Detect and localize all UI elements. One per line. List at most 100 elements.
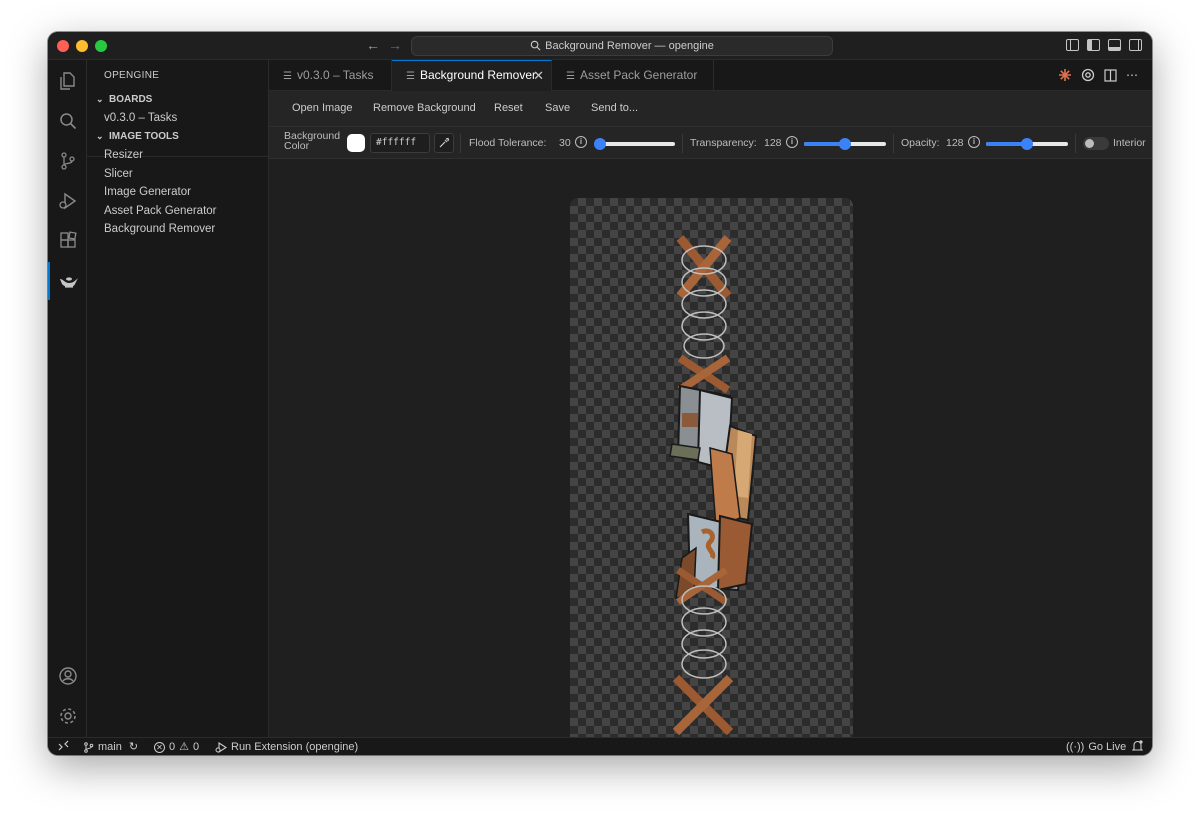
- image-preview-canvas[interactable]: [570, 198, 853, 755]
- minimize-window-button[interactable]: [76, 40, 88, 52]
- toggle-panel-icon[interactable]: [1108, 39, 1121, 51]
- source-control-icon[interactable]: [48, 142, 87, 180]
- toggle-primary-sidebar-icon[interactable]: [1087, 39, 1100, 51]
- branch-status[interactable]: main ↻: [83, 740, 138, 754]
- go-live-label: Go Live: [1088, 741, 1127, 753]
- remote-icon[interactable]: [58, 740, 69, 751]
- chevron-down-icon: ⌄: [96, 131, 104, 141]
- sidebar-item-slicer[interactable]: Slicer: [104, 168, 133, 180]
- close-icon[interactable]: ✕: [533, 61, 544, 90]
- account-icon[interactable]: [48, 657, 87, 695]
- openai-icon[interactable]: [1081, 68, 1095, 82]
- interior-label: Interior: [1113, 137, 1146, 149]
- sidebar-item-background-remover[interactable]: Background Remover: [104, 223, 215, 235]
- eyedropper-icon: [439, 137, 450, 148]
- run-debug-icon: [215, 741, 227, 753]
- eyedropper-button[interactable]: [434, 133, 454, 153]
- git-branch-icon: [84, 741, 94, 753]
- run-debug-icon[interactable]: [48, 182, 87, 220]
- document-icon: ☰: [406, 71, 415, 82]
- title-bar: ← → Background Remover — opengine: [48, 32, 1152, 60]
- tab-background-remover[interactable]: ☰ Background Remover ✕: [392, 60, 552, 91]
- slider-handle[interactable]: [1021, 138, 1033, 150]
- slider-handle[interactable]: [839, 138, 851, 150]
- save-button[interactable]: Save: [545, 102, 570, 114]
- section-boards[interactable]: ⌄ BOARDS: [96, 94, 152, 105]
- customize-layout-icon[interactable]: [1066, 39, 1079, 51]
- warning-icon: ⚠: [179, 741, 189, 753]
- window-title: Background Remover — opengine: [545, 40, 714, 52]
- interior-toggle[interactable]: [1083, 137, 1109, 150]
- command-center[interactable]: Background Remover — opengine: [411, 36, 833, 56]
- maximize-window-button[interactable]: [95, 40, 107, 52]
- run-extension-status[interactable]: Run Extension (opengine): [215, 740, 358, 754]
- chevron-down-icon: ⌄: [96, 94, 104, 104]
- opacity-value: 128: [946, 137, 964, 149]
- split-editor-icon[interactable]: [1104, 68, 1117, 82]
- run-extension-label: Run Extension (opengine): [231, 741, 359, 753]
- toggle-secondary-sidebar-icon[interactable]: [1129, 39, 1142, 51]
- back-arrow-icon[interactable]: ←: [366, 37, 380, 53]
- info-icon[interactable]: i: [575, 136, 587, 148]
- slider-handle[interactable]: [593, 138, 606, 150]
- sidebar-item-resizer[interactable]: Resizer: [104, 149, 143, 161]
- notifications-bell-icon[interactable]: [1132, 740, 1143, 752]
- tab-asset-pack-generator[interactable]: ☰ Asset Pack Generator: [552, 60, 714, 91]
- background-color-swatch[interactable]: [347, 134, 365, 152]
- problems-status[interactable]: ✕ 0 ⚠ 0: [154, 740, 199, 754]
- sidebar-item-board[interactable]: v0.3.0 – Tasks: [104, 112, 177, 124]
- sidebar-title: OPENGINE: [104, 70, 160, 81]
- search-icon[interactable]: [48, 102, 87, 140]
- opacity-label: Opacity:: [901, 137, 940, 149]
- editor-window: ← → Background Remover — opengine OPENGI…: [48, 32, 1152, 755]
- flood-tolerance-slider[interactable]: [593, 138, 675, 150]
- sync-icon[interactable]: ↻: [129, 740, 138, 754]
- genie-lamp-icon[interactable]: [48, 262, 87, 300]
- background-color-hex-input[interactable]: #ffffff: [370, 133, 430, 153]
- explorer-icon[interactable]: [48, 62, 87, 100]
- toolbar: Open Image Remove Background Reset Save …: [269, 91, 1152, 126]
- tab-actions: ⋯: [1058, 68, 1138, 82]
- warning-count: 0: [193, 741, 200, 753]
- transparency-value: 128: [764, 137, 782, 149]
- transparency-label: Transparency:: [690, 137, 757, 149]
- branch-name: main: [98, 741, 122, 753]
- transparency-slider[interactable]: [804, 138, 886, 150]
- divider: [682, 134, 683, 153]
- more-actions-icon[interactable]: ⋯: [1126, 69, 1138, 81]
- divider: [1075, 134, 1076, 153]
- open-image-button[interactable]: Open Image: [292, 102, 353, 114]
- go-live-button[interactable]: ((·)) Go Live: [1066, 740, 1126, 754]
- document-icon: ☰: [566, 71, 575, 82]
- forward-arrow-icon[interactable]: →: [388, 37, 402, 53]
- tab-tasks[interactable]: ☰ v0.3.0 – Tasks: [269, 60, 392, 91]
- send-to-button[interactable]: Send to...: [591, 102, 638, 114]
- close-window-button[interactable]: [57, 40, 69, 52]
- info-icon[interactable]: i: [968, 136, 980, 148]
- error-icon: ✕: [154, 741, 165, 753]
- sidebar-item-image-generator[interactable]: Image Generator: [104, 186, 191, 198]
- info-icon[interactable]: i: [786, 136, 798, 148]
- extensions-icon[interactable]: [48, 222, 87, 260]
- remove-background-button[interactable]: Remove Background: [373, 102, 476, 114]
- section-image-tools[interactable]: ⌄ IMAGE TOOLS: [96, 131, 179, 142]
- broadcast-icon: ((·)): [1066, 741, 1085, 753]
- background-color-label: Background Color: [284, 130, 341, 152]
- sparkle-icon[interactable]: [1058, 68, 1072, 82]
- status-bar: main ↻ ✕ 0 ⚠ 0 Run Extension (opengine) …: [48, 737, 1152, 755]
- opacity-slider[interactable]: [986, 138, 1068, 150]
- layout-controls: [1066, 39, 1142, 51]
- flood-tolerance-label: Flood Tolerance:: [469, 137, 547, 149]
- divider: [893, 134, 894, 153]
- settings-icon[interactable]: [48, 697, 87, 735]
- document-icon: ☰: [283, 71, 292, 82]
- activity-bar: [48, 60, 87, 737]
- controls-bar: Background Color #ffffff Flood Tolerance:…: [269, 126, 1152, 159]
- error-count: 0: [169, 741, 176, 753]
- reset-button[interactable]: Reset: [494, 102, 523, 114]
- sidebar-item-asset-pack-generator[interactable]: Asset Pack Generator: [104, 205, 217, 217]
- editor-tabs: ☰ v0.3.0 – Tasks ☰ Background Remover ✕ ☰ A…: [269, 60, 1152, 91]
- sidebar: OPENGINE ⌄ BOARDS v0.3.0 – Tasks ⌄ IMAGE T…: [87, 60, 269, 737]
- flood-tolerance-value: 30: [559, 137, 571, 149]
- divider: [460, 134, 461, 153]
